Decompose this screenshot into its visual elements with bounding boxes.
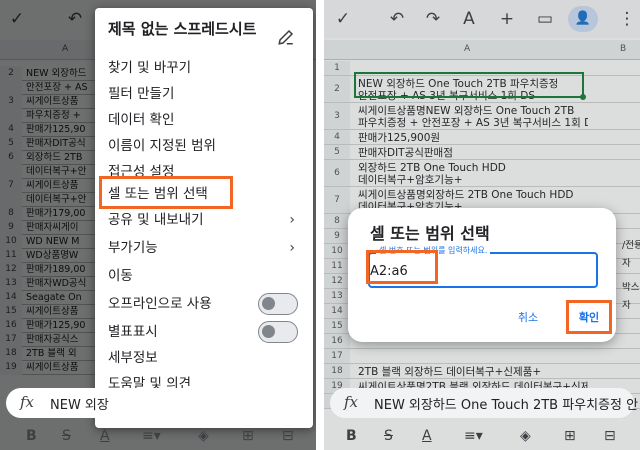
text-color-icon[interactable]: A	[100, 428, 110, 444]
left-screenshot: ✓ ↶ A 2NEW 외장하드안전포장 + AS3씨게이트상품파우치증정 +4판…	[0, 0, 316, 450]
formula-text: NEW 외장	[50, 398, 109, 413]
formula-text: NEW 외장하드 One Touch 2TB 파우치증정 안	[374, 398, 639, 413]
toggle-knob	[262, 297, 275, 310]
text-color-icon[interactable]: A	[422, 428, 432, 444]
chevron-right-icon: ›	[289, 212, 295, 228]
fx-icon: fx	[20, 393, 35, 411]
menu-title: 제목 없는 스프레드시트	[108, 20, 257, 38]
right-screenshot: ✓ ↶ ↷ A + ▭ 👤 ⋮ A B 1 2 NEW 외장하드 One Touch…	[324, 0, 640, 450]
menu-item[interactable]: 부가기능	[108, 236, 158, 260]
menu-item[interactable]: 찾기 및 바꾸기	[108, 56, 191, 80]
highlight-box-range-input	[366, 250, 438, 284]
menu-item[interactable]: 필터 만들기	[108, 82, 174, 106]
format-toolbar: B S A ≡▾ ◈ ⊞ ⊟	[0, 424, 316, 450]
insert-row-icon[interactable]: ⊞	[564, 428, 576, 444]
formula-bar[interactable]: fx NEW 외장	[6, 388, 310, 418]
fill-color-icon[interactable]: ◈	[520, 428, 531, 444]
menu-item[interactable]: 세부정보	[108, 346, 158, 370]
menu-item[interactable]: 이동	[108, 264, 133, 288]
menu-item[interactable]: 오프라인으로 사용	[108, 292, 212, 316]
menu-item[interactable]: 이름이 지정된 범위	[108, 134, 216, 158]
toggle-knob	[262, 325, 275, 338]
menu-item[interactable]: 데이터 확인	[108, 108, 174, 132]
strikethrough-icon[interactable]: S	[62, 428, 71, 444]
cancel-button[interactable]: 취소	[510, 306, 546, 328]
toggle-switch[interactable]	[258, 321, 298, 343]
align-icon[interactable]: ≡▾	[142, 428, 161, 444]
menu-item[interactable]: 공유 및 내보내기	[108, 208, 204, 232]
edit-pencil-icon[interactable]	[277, 28, 295, 46]
fx-icon: fx	[344, 393, 359, 411]
confirm-button[interactable]: 확인	[566, 300, 612, 334]
overflow-menu: 제목 없는 스프레드시트 찾기 및 바꾸기 필터 만들기 데이터 확인 이름이 지정된…	[95, 8, 313, 428]
fill-color-icon[interactable]: ◈	[198, 428, 209, 444]
insert-column-icon[interactable]: ⊟	[604, 428, 616, 444]
dialog-title: 셀 또는 범위 선택	[370, 224, 490, 243]
strikethrough-icon[interactable]: S	[384, 428, 393, 444]
toggle-switch[interactable]	[258, 293, 298, 315]
insert-column-icon[interactable]: ⊟	[282, 428, 294, 444]
chevron-right-icon: ›	[289, 240, 295, 256]
format-toolbar: B S A ≡▾ ◈ ⊞ ⊟	[324, 424, 640, 450]
menu-item[interactable]: 별표표시	[108, 320, 158, 344]
align-icon[interactable]: ≡▾	[464, 428, 483, 444]
highlight-box-select-range	[99, 176, 233, 209]
bold-icon[interactable]: B	[346, 428, 357, 444]
insert-row-icon[interactable]: ⊞	[242, 428, 254, 444]
formula-bar[interactable]: fx NEW 외장하드 One Touch 2TB 파우치증정 안	[330, 388, 638, 418]
bold-icon[interactable]: B	[26, 428, 37, 444]
